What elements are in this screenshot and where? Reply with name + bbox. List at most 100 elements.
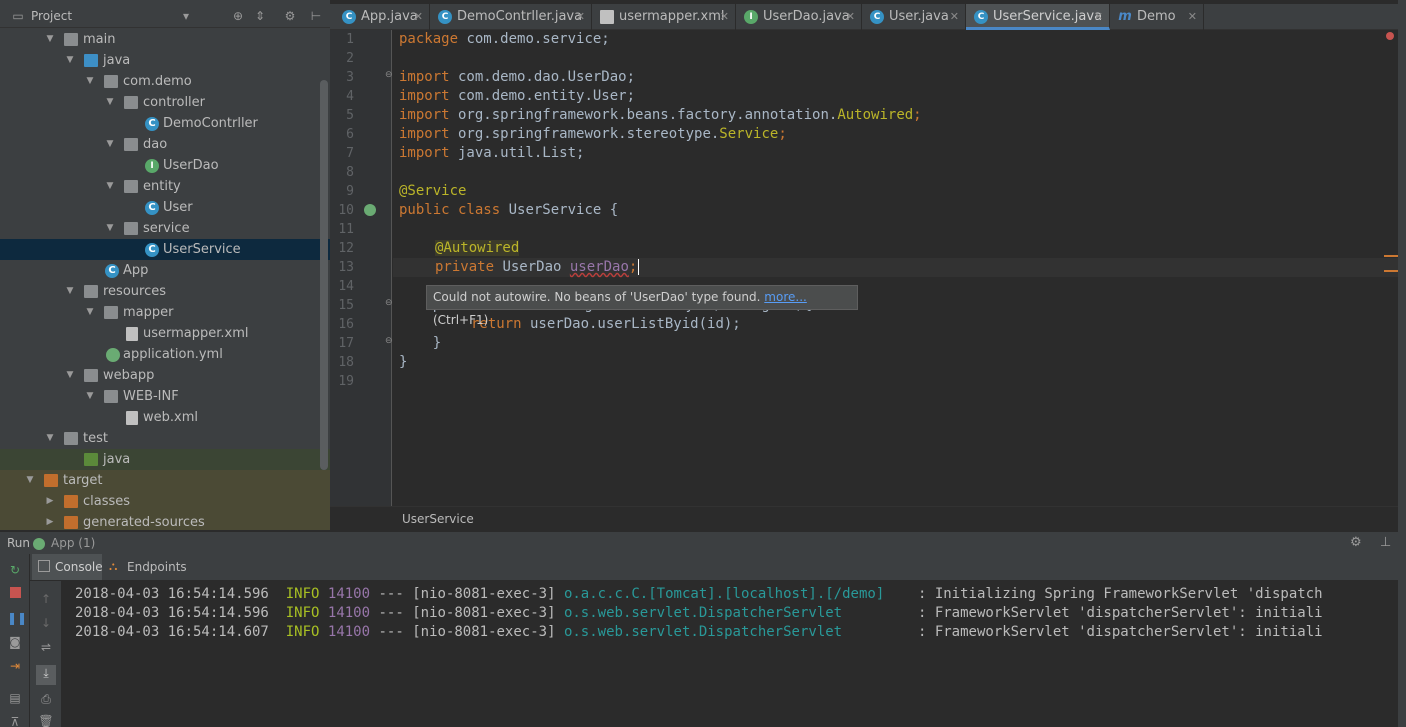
spring-class-icon: C	[105, 264, 119, 278]
breadcrumb-item[interactable]: UserService	[402, 512, 474, 526]
tree-item-web-xml[interactable]: web.xml	[0, 407, 330, 428]
tab-democontrller-java[interactable]: C DemoContrller.java ✕	[430, 4, 592, 30]
tree-item-label: resources	[103, 284, 167, 299]
tree-item-test-java[interactable]: java	[0, 449, 330, 470]
collapse-icon[interactable]: ⇕	[252, 8, 268, 24]
code-line: }	[399, 354, 408, 370]
tree-item-service[interactable]: ▼ service	[0, 218, 330, 239]
tab-endpoints[interactable]: ⛬ Endpoints	[106, 554, 187, 580]
tree-item-label: main	[83, 32, 116, 47]
close-icon[interactable]: ✕	[1188, 4, 1197, 30]
hide-panel-icon[interactable]: ⊢	[308, 8, 324, 24]
tree-item-mapper[interactable]: ▼ mapper	[0, 302, 330, 323]
log-line: 2018-04-03 16:54:14.607 INFO 14100 --- […	[75, 624, 1323, 640]
tab-userdao-java[interactable]: I UserDao.java ✕	[736, 4, 862, 30]
trash-icon[interactable]: 🗑	[38, 713, 54, 727]
pin-icon[interactable]: ⊼	[7, 714, 23, 727]
tree-item-resources[interactable]: ▼ resources	[0, 281, 330, 302]
warning-marker[interactable]	[1384, 255, 1398, 257]
tab-demo[interactable]: m Demo ✕	[1110, 4, 1204, 30]
close-icon[interactable]: ✕	[1094, 4, 1103, 30]
rerun-icon[interactable]: ↻	[7, 562, 23, 578]
tree-item-test[interactable]: ▼ test	[0, 428, 330, 449]
code-editor[interactable]: package com.demo.service; import com.dem…	[393, 30, 1398, 506]
line-number: 7	[346, 146, 354, 161]
expand-arrow-icon[interactable]: ▼	[104, 92, 116, 113]
stop-icon[interactable]	[7, 586, 23, 602]
tree-item-web-inf[interactable]: ▼ WEB-INF	[0, 386, 330, 407]
tab-user-java[interactable]: C User.java ✕	[862, 4, 966, 30]
hide-panel-icon[interactable]: ⊥	[1380, 535, 1391, 550]
collapse-arrow-icon[interactable]: ▶	[44, 491, 56, 512]
tree-item-application-yml[interactable]: application.yml	[0, 344, 330, 365]
tree-item-app[interactable]: C App	[0, 260, 330, 281]
scroll-to-end-icon[interactable]: ⤓	[36, 665, 56, 685]
expand-arrow-icon[interactable]: ▼	[104, 134, 116, 155]
locate-icon[interactable]: ⊕	[230, 8, 246, 24]
project-panel-title[interactable]: Project	[31, 9, 72, 23]
expand-arrow-icon[interactable]: ▼	[104, 218, 116, 239]
tree-item-entity[interactable]: ▼ entity	[0, 176, 330, 197]
tree-item-controller[interactable]: ▼ controller	[0, 92, 330, 113]
layout-icon[interactable]: ▤	[7, 690, 23, 706]
project-scrollbar[interactable]	[320, 80, 328, 470]
tree-item-usermapper-xml[interactable]: usermapper.xml	[0, 323, 330, 344]
tree-item-userservice[interactable]: C UserService	[0, 239, 330, 260]
close-icon[interactable]: ✕	[950, 4, 959, 30]
camera-icon[interactable]: ◙	[7, 634, 23, 650]
close-icon[interactable]: ✕	[720, 4, 729, 30]
fold-marker-icon[interactable]: ⊖	[385, 336, 393, 346]
expand-arrow-icon[interactable]: ▼	[44, 29, 56, 50]
pause-icon[interactable]: ❚❚	[7, 610, 27, 626]
print-icon[interactable]: ⎙	[38, 691, 54, 707]
tree-item-java[interactable]: ▼ java	[0, 50, 330, 71]
tab-app-java[interactable]: C App.java ✕	[334, 4, 430, 30]
tree-item-com-demo[interactable]: ▼ com.demo	[0, 71, 330, 92]
console-output[interactable]: 2018-04-03 16:54:14.596 INFO 14100 --- […	[62, 581, 1398, 727]
line-number: 5	[346, 108, 354, 123]
expand-arrow-icon[interactable]: ▼	[64, 281, 76, 302]
expand-arrow-icon[interactable]: ▼	[84, 302, 96, 323]
more-link[interactable]: more...	[764, 290, 807, 304]
line-number: 13	[338, 260, 354, 275]
warning-marker[interactable]	[1384, 270, 1398, 272]
class-icon: C	[145, 243, 159, 257]
expand-arrow-icon[interactable]: ▼	[44, 428, 56, 449]
expand-arrow-icon[interactable]: ▼	[64, 365, 76, 386]
tree-item-target[interactable]: ▼ target	[0, 470, 330, 491]
tree-item-main[interactable]: ▼ main	[0, 29, 330, 50]
expand-arrow-icon[interactable]: ▼	[24, 470, 36, 491]
view-dropdown-icon[interactable]: ▾	[178, 8, 194, 24]
down-arrow-icon[interactable]: ↓	[38, 615, 54, 631]
tab-usermapper-xml[interactable]: usermapper.xml ✕	[592, 4, 736, 30]
close-icon[interactable]: ✕	[846, 4, 855, 30]
tree-item-label: application.yml	[123, 347, 223, 362]
tab-userservice-java[interactable]: C UserService.java ✕	[966, 4, 1110, 30]
error-indicator-icon[interactable]	[1386, 32, 1394, 40]
fold-marker-icon[interactable]: ⊖	[385, 298, 393, 308]
up-arrow-icon[interactable]: ↑	[38, 591, 54, 607]
soft-wrap-icon[interactable]: ⇌	[38, 639, 54, 655]
expand-arrow-icon[interactable]: ▼	[84, 386, 96, 407]
expand-arrow-icon[interactable]: ▼	[104, 176, 116, 197]
tree-item-classes[interactable]: ▶ classes	[0, 491, 330, 512]
tree-item-dao[interactable]: ▼ dao	[0, 134, 330, 155]
tree-item-label: com.demo	[123, 74, 192, 89]
spring-bean-gutter-icon[interactable]	[364, 204, 376, 216]
tree-item-userdao[interactable]: I UserDao	[0, 155, 330, 176]
expand-arrow-icon[interactable]: ▼	[84, 71, 96, 92]
gear-icon[interactable]: ⚙	[1350, 535, 1362, 550]
collapse-arrow-icon[interactable]: ▶	[44, 512, 56, 533]
login-icon[interactable]: ⇥	[7, 658, 23, 674]
close-icon[interactable]: ✕	[414, 4, 423, 30]
gear-icon[interactable]: ⚙	[282, 8, 298, 24]
tree-item-generated-sources[interactable]: ▶ generated-sources	[0, 512, 330, 530]
tab-console[interactable]: Console	[32, 554, 103, 580]
run-config-name[interactable]: App (1)	[51, 536, 95, 550]
tree-item-webapp[interactable]: ▼ webapp	[0, 365, 330, 386]
fold-marker-icon[interactable]: ⊖	[385, 70, 393, 80]
tree-item-user[interactable]: C User	[0, 197, 330, 218]
close-icon[interactable]: ✕	[576, 4, 585, 30]
tree-item-democontrller[interactable]: C DemoContrller	[0, 113, 330, 134]
expand-arrow-icon[interactable]: ▼	[64, 50, 76, 71]
